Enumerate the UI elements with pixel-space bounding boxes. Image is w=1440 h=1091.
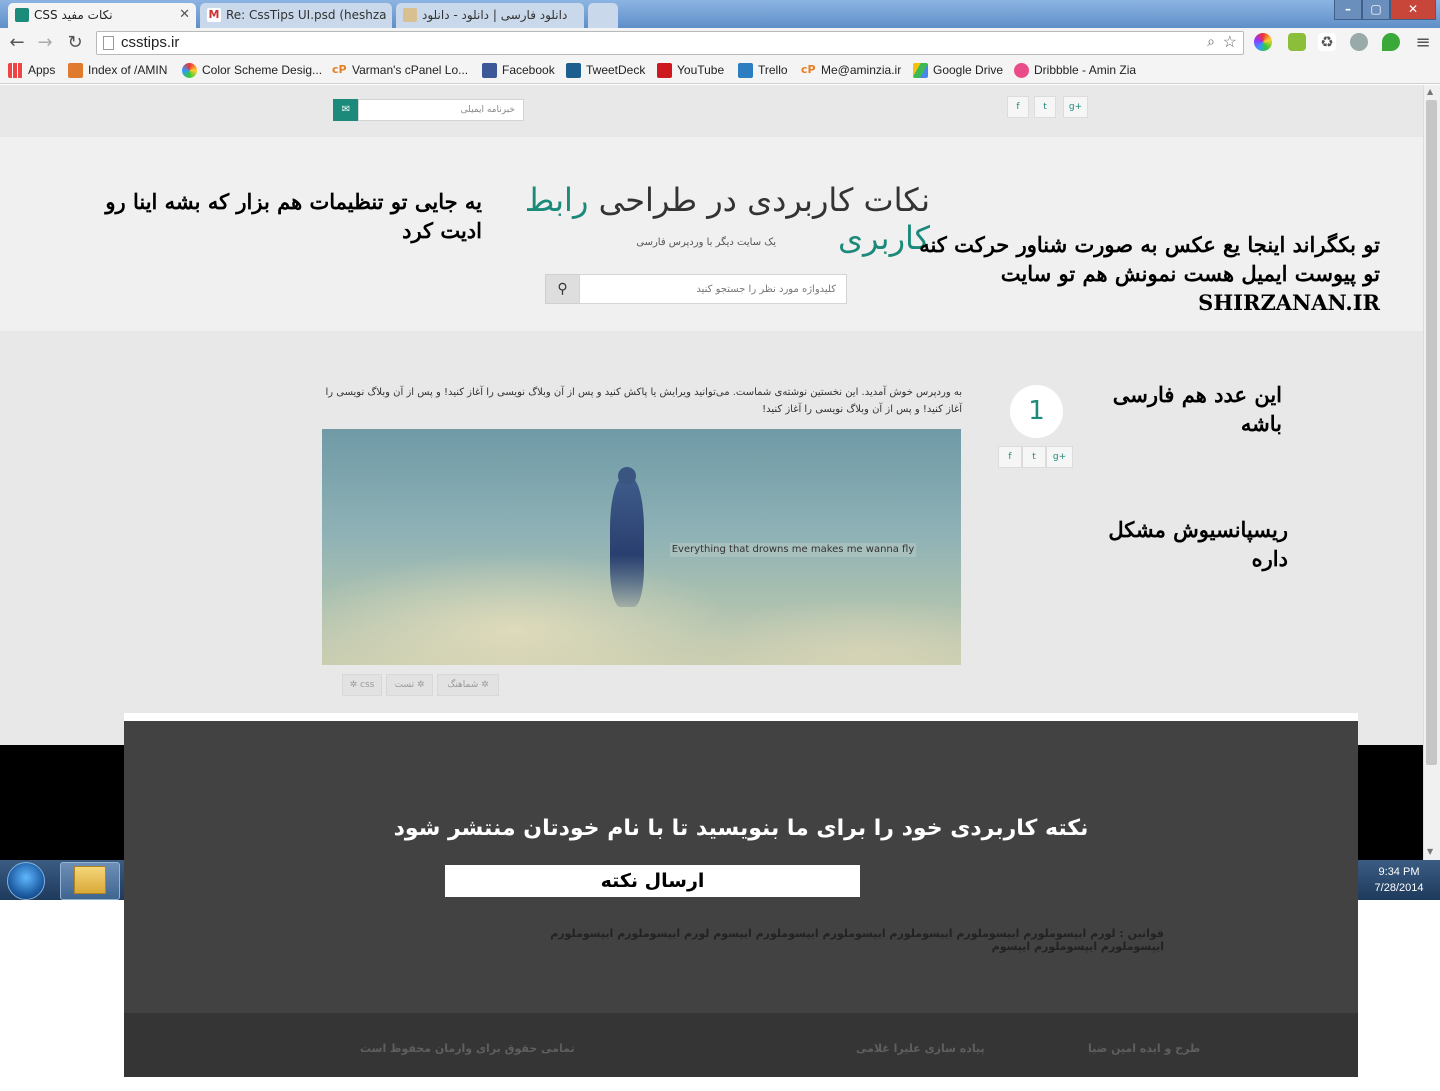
tab-title: دانلود فارسی | دانلود - دانلود (422, 8, 568, 22)
bookmark-color-scheme[interactable]: Color Scheme Desig... (182, 63, 322, 78)
tab-strip: نکات مفید CSS ✕ M Re: CssTips UI.psd (he… (0, 0, 1440, 28)
footer-copyright: تمامی حقوق برای وارمان محفوظ است (360, 1042, 575, 1055)
tab-csstips[interactable]: نکات مفید CSS ✕ (8, 3, 196, 28)
bookmark-youtube[interactable]: YouTube (657, 63, 724, 78)
google-plus-icon[interactable]: g+ (1063, 96, 1088, 118)
search-icon: ⚲ (557, 281, 568, 297)
bookmark-google-drive[interactable]: Google Drive (913, 63, 1003, 78)
search-button[interactable]: ⚲ (545, 274, 580, 304)
post-image[interactable]: Everything that drowns me makes me wanna… (322, 429, 961, 665)
page-icon (103, 36, 114, 50)
start-button[interactable] (7, 862, 45, 900)
folder-icon (74, 866, 106, 894)
tab-download[interactable]: دانلود فارسی | دانلود - دانلود (396, 3, 584, 28)
post-number-badge: 1 (1010, 385, 1063, 438)
note-persian-number: این عدد هم فارسی باشه (1112, 382, 1282, 436)
post-google-plus-icon[interactable]: g+ (1046, 446, 1073, 468)
newsletter-input[interactable]: خبرنامه ایمیلی (358, 99, 524, 121)
newsletter-submit-button[interactable]: ✉ (333, 99, 359, 121)
note-shirzanan: تو پیوست ایمیل هست نمونش هم تو سایت SHIR… (1000, 261, 1380, 315)
floating-figure (610, 477, 644, 607)
google-drive-icon (913, 63, 928, 78)
post-excerpt: به وردپرس خوش آمدید. این نخستین نوشته‌ی … (325, 387, 962, 415)
scroll-up-icon[interactable]: ▲ (1427, 87, 1433, 96)
facebook-icon[interactable]: f (1007, 96, 1029, 118)
content-area: به وردپرس خوش آمدید. این نخستین نوشته‌ی … (0, 331, 1423, 745)
recycle-extension-icon[interactable]: ♻ (1318, 33, 1336, 51)
address-bar[interactable]: csstips.ir ⌕ ☆ (96, 31, 1244, 55)
facebook-icon (482, 63, 497, 78)
top-bar: ✉ خبرنامه ایمیلی f t g+ (0, 85, 1423, 137)
site-favicon-icon (15, 8, 29, 22)
tag-shamahang[interactable]: ✲ شماهنگ (437, 674, 499, 696)
bookmark-dribbble[interactable]: Dribbble - Amin Zia (1014, 63, 1136, 78)
youtube-icon (657, 63, 672, 78)
tab-title: Re: CssTips UI.psd (heshza (226, 8, 387, 22)
tag-test[interactable]: ✲ تست (386, 674, 433, 696)
tag-css[interactable]: ✲ css (342, 674, 382, 696)
gmail-icon: M (207, 8, 221, 22)
color-picker-extension-icon[interactable] (1254, 33, 1272, 51)
bookmarks-bar: Apps Index of /AMIN Color Scheme Desig..… (0, 58, 1440, 84)
tweetdeck-icon (566, 63, 581, 78)
bookmark-facebook[interactable]: Facebook (482, 63, 555, 78)
site-header: نکات کاربردی در طراحی رابط کاربری یک سای… (0, 137, 1423, 331)
bookmark-apps[interactable]: Apps (8, 63, 55, 78)
close-tab-icon[interactable]: ✕ (179, 7, 190, 22)
bookmark-cpanel[interactable]: cP Varman's cPanel Lo... (332, 63, 468, 77)
note-edit-settings: یه جایی تو تنظیمات هم بزار که بشه اینا ر… (105, 189, 482, 243)
note-floating-background: تو بکگراند اینجا یع عکس به صورت شناور حر… (919, 232, 1380, 257)
twitter-icon[interactable]: t (1034, 96, 1056, 118)
tab-gmail[interactable]: M Re: CssTips UI.psd (heshza (200, 3, 392, 28)
minimize-icon[interactable]: – (1334, 0, 1362, 20)
reload-icon[interactable]: ↻ (64, 32, 86, 54)
submit-rules: قوانین : لورم ایپسوملورم ایپسوملورم ایپس… (550, 927, 1164, 953)
globe-extension-icon[interactable] (1350, 33, 1368, 51)
maximize-icon[interactable]: ▢ (1362, 0, 1390, 20)
evernote-extension-icon[interactable] (1382, 33, 1400, 51)
site-footer: طرح و ایده امین ضیا پیاده سازی علیرا غلا… (124, 1013, 1358, 1077)
zoom-icon[interactable]: ⌕ (1207, 33, 1215, 50)
star-icon[interactable]: ☆ (1223, 32, 1237, 52)
dribbble-icon (1014, 63, 1029, 78)
submit-tip-button[interactable]: ارسال نکته (445, 865, 860, 897)
cpanel-icon: cP (332, 63, 347, 76)
submit-tip-title: نکته کاربردی خود را برای ما بنویسید تا ب… (393, 816, 1089, 841)
note-responsive-issue: ریسپانسیوش مشکل داره (1108, 517, 1288, 571)
trello-icon (738, 63, 753, 78)
clock-time: 9:34 PM (1378, 866, 1420, 878)
bookmark-tweetdeck[interactable]: TweetDeck (566, 63, 645, 78)
image-caption: Everything that drowns me makes me wanna… (670, 543, 916, 557)
address-text: csstips.ir (121, 34, 180, 51)
post-twitter-icon[interactable]: t (1022, 446, 1046, 468)
mail-icon: ✉ (341, 104, 351, 115)
site-tagline: یک سایت دیگر با وردپرس فارسی (636, 237, 776, 248)
forward-icon[interactable]: → (34, 32, 56, 54)
clock-date: 7/28/2014 (1374, 882, 1424, 894)
menu-icon[interactable]: ≡ (1412, 32, 1434, 54)
footer-implementation-credit: پیاده سازی علیرا غلامی (856, 1042, 985, 1055)
footer-design-credit: طرح و ایده امین ضیا (1088, 1042, 1201, 1055)
color-wheel-icon (182, 63, 197, 78)
scroll-down-icon[interactable]: ▼ (1427, 847, 1433, 856)
back-icon[interactable]: ← (6, 32, 28, 54)
post-facebook-icon[interactable]: f (998, 446, 1022, 468)
web-page: ✉ خبرنامه ایمیلی f t g+ نکات کاربردی در … (0, 85, 1423, 745)
bookmark-trello[interactable]: Trello (738, 63, 788, 78)
tab-title: نکات مفید CSS (34, 8, 113, 22)
search-input[interactable]: کلیدواژه مورد نظر را جستجو کنید (579, 274, 847, 304)
extension-icon[interactable] (1288, 33, 1306, 51)
download-site-icon (403, 8, 417, 22)
new-tab-button[interactable] (588, 3, 618, 28)
figure-head (618, 467, 636, 485)
scrollbar-thumb[interactable] (1426, 100, 1437, 765)
system-clock[interactable]: 9:34 PM 7/28/2014 (1358, 864, 1440, 900)
index-icon (68, 63, 83, 78)
cpanel-icon: cP (801, 63, 816, 76)
bookmark-index[interactable]: Index of /AMIN (68, 63, 167, 78)
close-window-icon[interactable]: ✕ (1390, 0, 1436, 20)
submit-tip-panel: نکته کاربردی خود را برای ما بنویسید تا ب… (124, 713, 1358, 1013)
apps-icon (8, 63, 23, 78)
bookmark-email[interactable]: cP Me@aminzia.ir (801, 63, 901, 77)
